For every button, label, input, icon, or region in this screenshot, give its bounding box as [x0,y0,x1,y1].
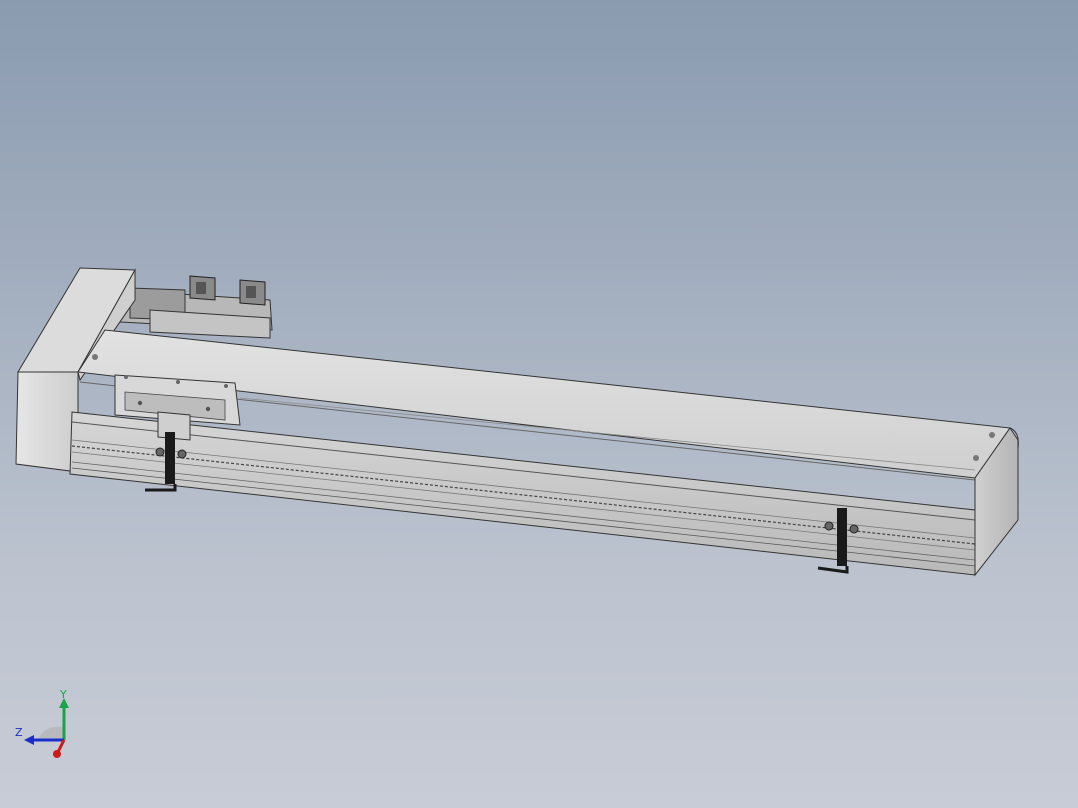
x-axis-arrow [53,750,61,758]
linear-module-model[interactable] [0,0,1078,808]
graphics-viewport[interactable]: Y Z [0,0,1078,808]
x-axis-line [56,739,66,753]
z-axis-label: Z [15,726,23,739]
z-axis-arrow [24,735,34,745]
y-axis-label: Y [59,688,67,701]
reference-triad[interactable]: Y Z [10,688,80,760]
motor-assembly[interactable] [119,275,273,339]
